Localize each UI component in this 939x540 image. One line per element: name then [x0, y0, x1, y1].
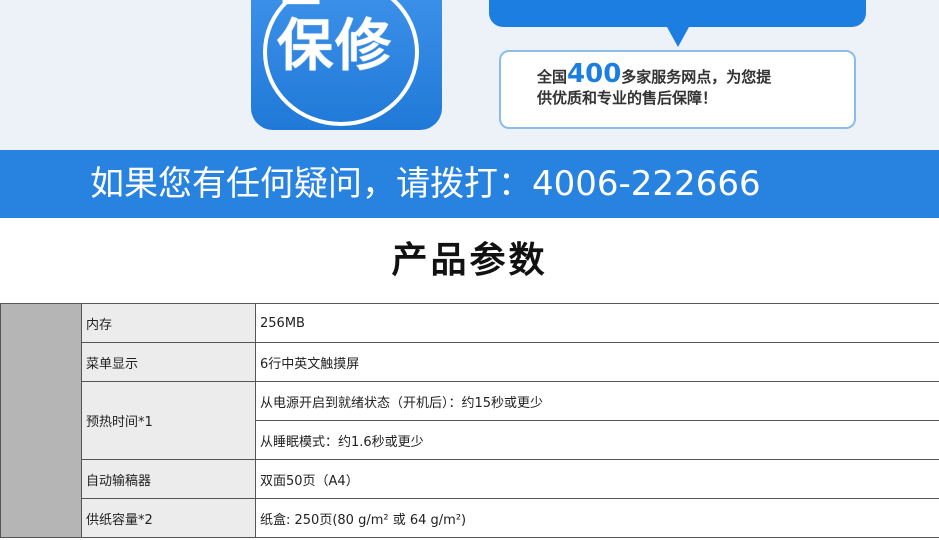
- spec-value: 纸盒: 250页(80 g/m² 或 64 g/m²): [255, 498, 939, 538]
- table-row: 自动输稿器 双面50页（A4）: [1, 459, 939, 499]
- spec-label: 内存: [81, 303, 256, 343]
- hotline-banner: 如果您有任何疑问，请拨打：4006-222666: [0, 150, 939, 218]
- service-prefix: 全国: [537, 68, 568, 86]
- spec-value: 6行中英文触摸屏: [255, 342, 939, 382]
- service-suffix: 多家服务网点，为您提: [621, 68, 772, 86]
- speech-bubble-header: [489, 0, 866, 27]
- spec-value: 双面50页（A4）: [255, 459, 939, 499]
- table-row: 预热时间*1 从电源开启到就绪状态（开机后）：约15秒或更少: [1, 381, 939, 460]
- table-category-cell: [0, 303, 82, 538]
- spec-label: 预热时间*1: [81, 381, 256, 460]
- section-title: 产品参数: [391, 240, 548, 281]
- warranty-badge: 五 年 保修: [251, 0, 442, 130]
- table-row: 菜单显示 6行中英文触摸屏: [1, 342, 939, 382]
- table-row: 供纸容量*2 纸盒: 250页(80 g/m² 或 64 g/m²): [1, 498, 939, 538]
- hotline-text: 如果您有任何疑问，请拨打：4006-222666: [90, 164, 761, 204]
- service-line2: 供优质和专业的售后保障！: [537, 89, 718, 107]
- spec-value: 从睡眠模式：约1.6秒或更少: [255, 420, 939, 460]
- spec-value: 256MB: [255, 303, 939, 343]
- warranty-promo-banner: 五 年 保修 全国400多家服务网点，为您提 供优质和专业的售后保障！: [0, 0, 939, 150]
- service-info-text: 全国400多家服务网点，为您提 供优质和专业的售后保障！: [537, 61, 847, 109]
- service-info-box: 全国400多家服务网点，为您提 供优质和专业的售后保障！: [499, 50, 856, 129]
- spec-label: 自动输稿器: [81, 459, 256, 499]
- badge-year: 年: [363, 0, 393, 4]
- badge-number: 五: [281, 0, 341, 6]
- table-row: 内存 256MB: [0, 303, 939, 538]
- speech-bubble-tail: [667, 27, 689, 47]
- spec-value: 从电源开启到就绪状态（开机后）：约15秒或更少: [255, 381, 939, 421]
- service-count: 400: [567, 59, 622, 89]
- spec-table: 内存 256MB 菜单显示 6行中英文触摸屏 预热时间*1 从电源开启到就绪状态…: [0, 303, 939, 538]
- spec-label: 供纸容量*2: [81, 498, 256, 538]
- badge-title: 保修: [277, 14, 393, 79]
- spec-label: 菜单显示: [81, 342, 256, 382]
